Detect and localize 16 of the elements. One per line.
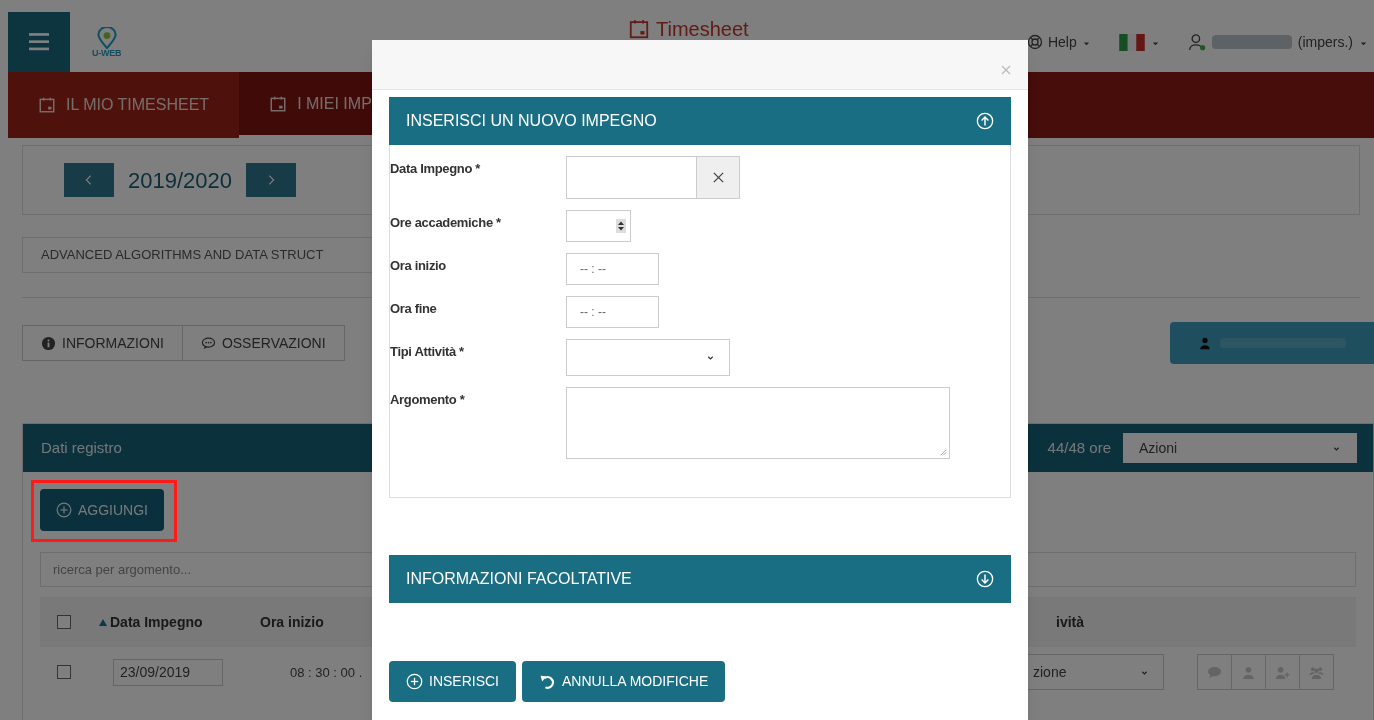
field-label: Tipi Attività * <box>390 343 465 361</box>
field-label: Argomento * <box>390 391 466 409</box>
table-cell: 08 : 30 : 00 . <box>290 664 363 680</box>
field-label: Data Impegno * <box>390 160 482 178</box>
logo-text: U-WEB <box>92 48 122 58</box>
page-title: Timesheet <box>656 19 749 39</box>
field-label: Ora fine <box>390 300 438 318</box>
user-label: (impers.) <box>1297 32 1353 52</box>
year-label: 2019/2020 <box>128 166 232 195</box>
panel-title: Dati registro <box>41 437 122 458</box>
hours-count: 44/48 ore <box>1047 437 1111 458</box>
field-label: Ore accademiche * <box>390 214 502 232</box>
section-title: INFORMAZIONI FACOLTATIVE <box>406 569 632 589</box>
field-label: Ora inizio <box>390 257 447 275</box>
section-title: INSERISCI UN NUOVO IMPEGNO <box>406 111 657 131</box>
course-name: ADVANCED ALGORITHMS AND DATA STRUCT <box>41 246 324 265</box>
